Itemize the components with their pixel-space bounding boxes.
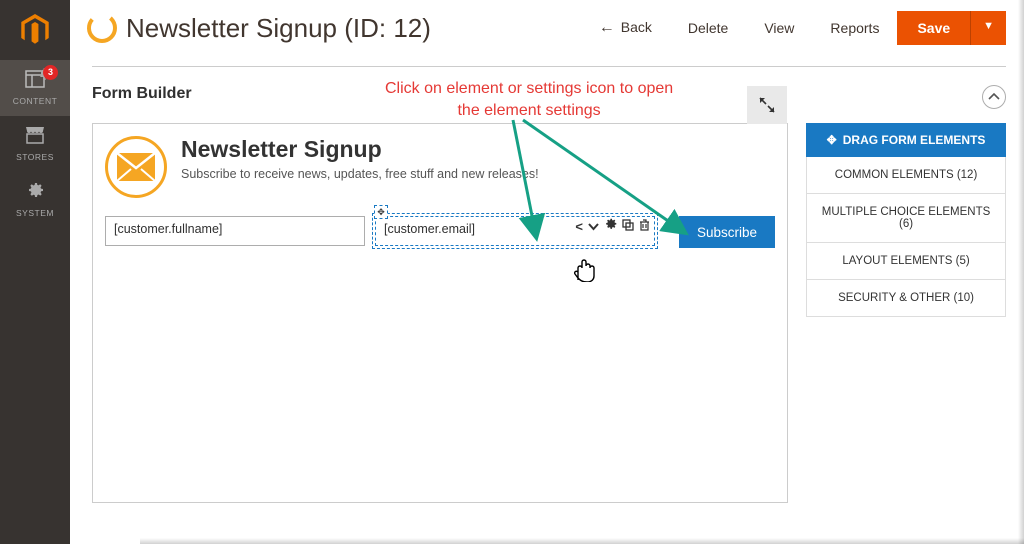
subscribe-button[interactable]: Subscribe <box>679 216 775 248</box>
sidebar-label: STORES <box>16 152 54 162</box>
move-left-icon[interactable]: < <box>575 219 583 234</box>
stores-icon <box>0 126 70 149</box>
palette-header: ✥ DRAG FORM ELEMENTS <box>806 123 1006 157</box>
content-icon <box>0 70 70 93</box>
email-field[interactable]: ✥ [customer.email] < <box>375 216 655 246</box>
spinner-icon <box>82 8 122 48</box>
drag-icon: ✥ <box>827 133 837 147</box>
annotation-text: Click on element or settings icon to ope… <box>385 78 673 121</box>
collapse-toggle[interactable] <box>982 85 1006 109</box>
page-title: Newsletter Signup (ID: 12) <box>126 13 431 44</box>
save-button-group: Save ▼ <box>897 11 1006 45</box>
sidebar-label: CONTENT <box>13 96 58 106</box>
move-handle-icon[interactable]: ✥ <box>374 205 388 219</box>
element-palette: ✥ DRAG FORM ELEMENTS COMMON ELEMENTS (12… <box>806 123 1006 503</box>
move-down-icon[interactable] <box>588 219 599 234</box>
builder-area: Newsletter Signup Subscribe to receive n… <box>92 123 1006 503</box>
sidebar-item-content[interactable]: CONTENT 3 <box>0 60 70 116</box>
palette-category-layout[interactable]: LAYOUT ELEMENTS (5) <box>806 243 1006 280</box>
page-header: Newsletter Signup (ID: 12) ←Back Delete … <box>70 0 1024 66</box>
field-value: [customer.email] <box>384 222 475 236</box>
sidebar-item-system[interactable]: SYSTEM <box>0 172 70 228</box>
delete-button[interactable]: Delete <box>670 12 746 44</box>
admin-sidebar: CONTENT 3 STORES SYSTEM <box>0 0 70 544</box>
arrow-left-icon: ← <box>599 19 615 36</box>
form-subtitle: Subscribe to receive news, updates, free… <box>181 167 539 181</box>
back-button[interactable]: ←Back <box>581 11 670 45</box>
main-panel: Newsletter Signup (ID: 12) ←Back Delete … <box>70 0 1024 544</box>
form-title: Newsletter Signup <box>181 136 539 163</box>
form-header-block[interactable]: Newsletter Signup Subscribe to receive n… <box>105 136 775 198</box>
view-button[interactable]: View <box>746 12 812 44</box>
magento-logo[interactable] <box>0 0 70 60</box>
palette-category-common[interactable]: COMMON ELEMENTS (12) <box>806 157 1006 194</box>
reports-button[interactable]: Reports <box>812 12 897 44</box>
delete-icon[interactable] <box>639 219 650 234</box>
fullname-field[interactable]: [customer.fullname] <box>105 216 365 246</box>
section-title: Form Builder <box>92 85 192 109</box>
duplicate-icon[interactable] <box>622 219 634 234</box>
envelope-icon <box>105 136 167 198</box>
system-icon <box>0 182 70 205</box>
element-toolbar: < <box>575 218 650 234</box>
save-button[interactable]: Save <box>897 11 970 45</box>
save-dropdown[interactable]: ▼ <box>970 11 1006 45</box>
form-canvas[interactable]: Newsletter Signup Subscribe to receive n… <box>92 123 788 503</box>
sidebar-label: SYSTEM <box>16 208 54 218</box>
form-fields-row: [customer.fullname] ✥ [customer.email] < <box>105 216 775 248</box>
palette-category-choice[interactable]: MULTIPLE CHOICE ELEMENTS (6) <box>806 194 1006 243</box>
notification-badge: 3 <box>43 65 58 80</box>
palette-category-security[interactable]: SECURITY & OTHER (10) <box>806 280 1006 317</box>
sidebar-item-stores[interactable]: STORES <box>0 116 70 172</box>
settings-icon[interactable] <box>604 218 617 234</box>
expand-button[interactable] <box>747 86 787 124</box>
header-actions: ←Back Delete View Reports Save ▼ <box>581 11 1006 45</box>
